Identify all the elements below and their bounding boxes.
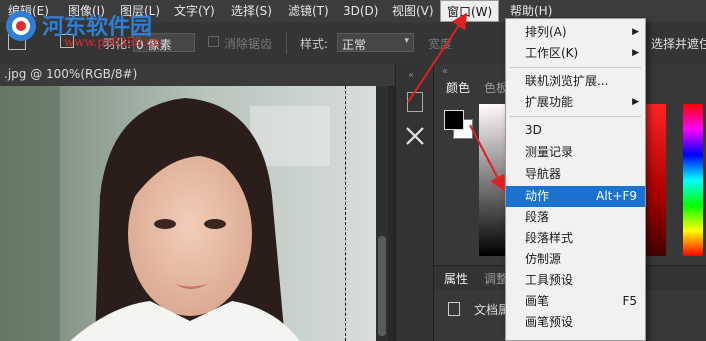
menu-item-arrange[interactable]: 排列(A) ▶ [506,22,645,43]
menu-item-brush-presets[interactable]: 画笔预设 [506,312,645,333]
tab-properties[interactable]: 属性 [444,270,468,287]
selection-marquee [345,86,346,341]
menu-type[interactable]: 文字(Y) [168,0,221,22]
document-canvas[interactable] [0,86,376,341]
menu-item-workspace[interactable]: 工作区(K) ▶ [506,43,645,64]
panel-dock-strip: « [395,64,434,341]
chevron-right-icon: ▶ [632,27,639,37]
hue-slider[interactable] [683,104,703,256]
menu-item-3d[interactable]: 3D [506,120,645,141]
style-label: 样式: [300,37,329,51]
menu-3d[interactable]: 3D(D) [337,0,384,22]
menu-item-measurement-log[interactable]: 测量记录 [506,142,645,163]
document-title: .jpg @ 100%(RGB/8#) [4,67,138,81]
collapse-icon[interactable]: « [408,70,414,81]
menu-item-browse-extensions[interactable]: 联机浏览扩展... [506,71,645,92]
chevron-right-icon: ▶ [632,97,639,107]
tab-color[interactable]: 颜色 [446,79,470,96]
menu-filter[interactable]: 滤镜(T) [282,0,335,22]
watermark-icon [6,11,36,41]
menu-item-clone-source[interactable]: 仿制源 [506,249,645,270]
menu-item-paragraph[interactable]: 段落 [506,207,645,228]
menu-item-navigator[interactable]: 导航器 [506,164,645,185]
menu-separator [510,116,641,117]
history-panel-icon[interactable] [407,92,423,112]
menu-item-tool-presets[interactable]: 工具预设 [506,270,645,291]
menu-item-actions[interactable]: 动作 Alt+F9 [506,186,645,207]
menu-window[interactable]: 窗口(W) [440,0,500,22]
document-tab[interactable]: .jpg @ 100%(RGB/8#) [0,64,395,87]
scroll-thumb[interactable] [378,236,386,336]
chevron-right-icon: ▶ [632,48,639,58]
width-label: 宽度 [428,37,453,51]
divider [286,32,287,54]
watermark-url: www.pc0359.cn [64,35,161,49]
menu-select[interactable]: 选择(S) [225,0,278,22]
menu-separator [510,67,641,68]
photo-image [0,86,376,341]
menu-item-extensions[interactable]: 扩展功能 ▶ [506,92,645,113]
red-slider[interactable] [644,104,666,256]
antialias-checkbox[interactable] [208,36,219,47]
foreground-color-swatch[interactable] [444,110,464,130]
tool-presets-icon[interactable] [403,124,427,148]
menu-item-paragraph-styles[interactable]: 段落样式 [506,228,645,249]
menu-view[interactable]: 视图(V) [386,0,440,22]
document-icon [448,302,460,316]
window-menu-dropdown: 排列(A) ▶ 工作区(K) ▶ 联机浏览扩展... 扩展功能 ▶ 3D 测量记录 导… [505,18,646,341]
style-select[interactable]: 正常 ▾ [337,33,414,52]
antialias-label: 消除锯齿 [224,37,273,51]
vertical-scrollbar[interactable] [376,86,388,341]
collapse-icon[interactable]: « [442,66,448,77]
style-value: 正常 [342,38,367,52]
chevron-down-icon: ▾ [404,36,409,46]
menu-item-brush[interactable]: 画笔 F5 [506,291,645,312]
select-mask-button[interactable]: 选择并遮住 [651,35,706,52]
